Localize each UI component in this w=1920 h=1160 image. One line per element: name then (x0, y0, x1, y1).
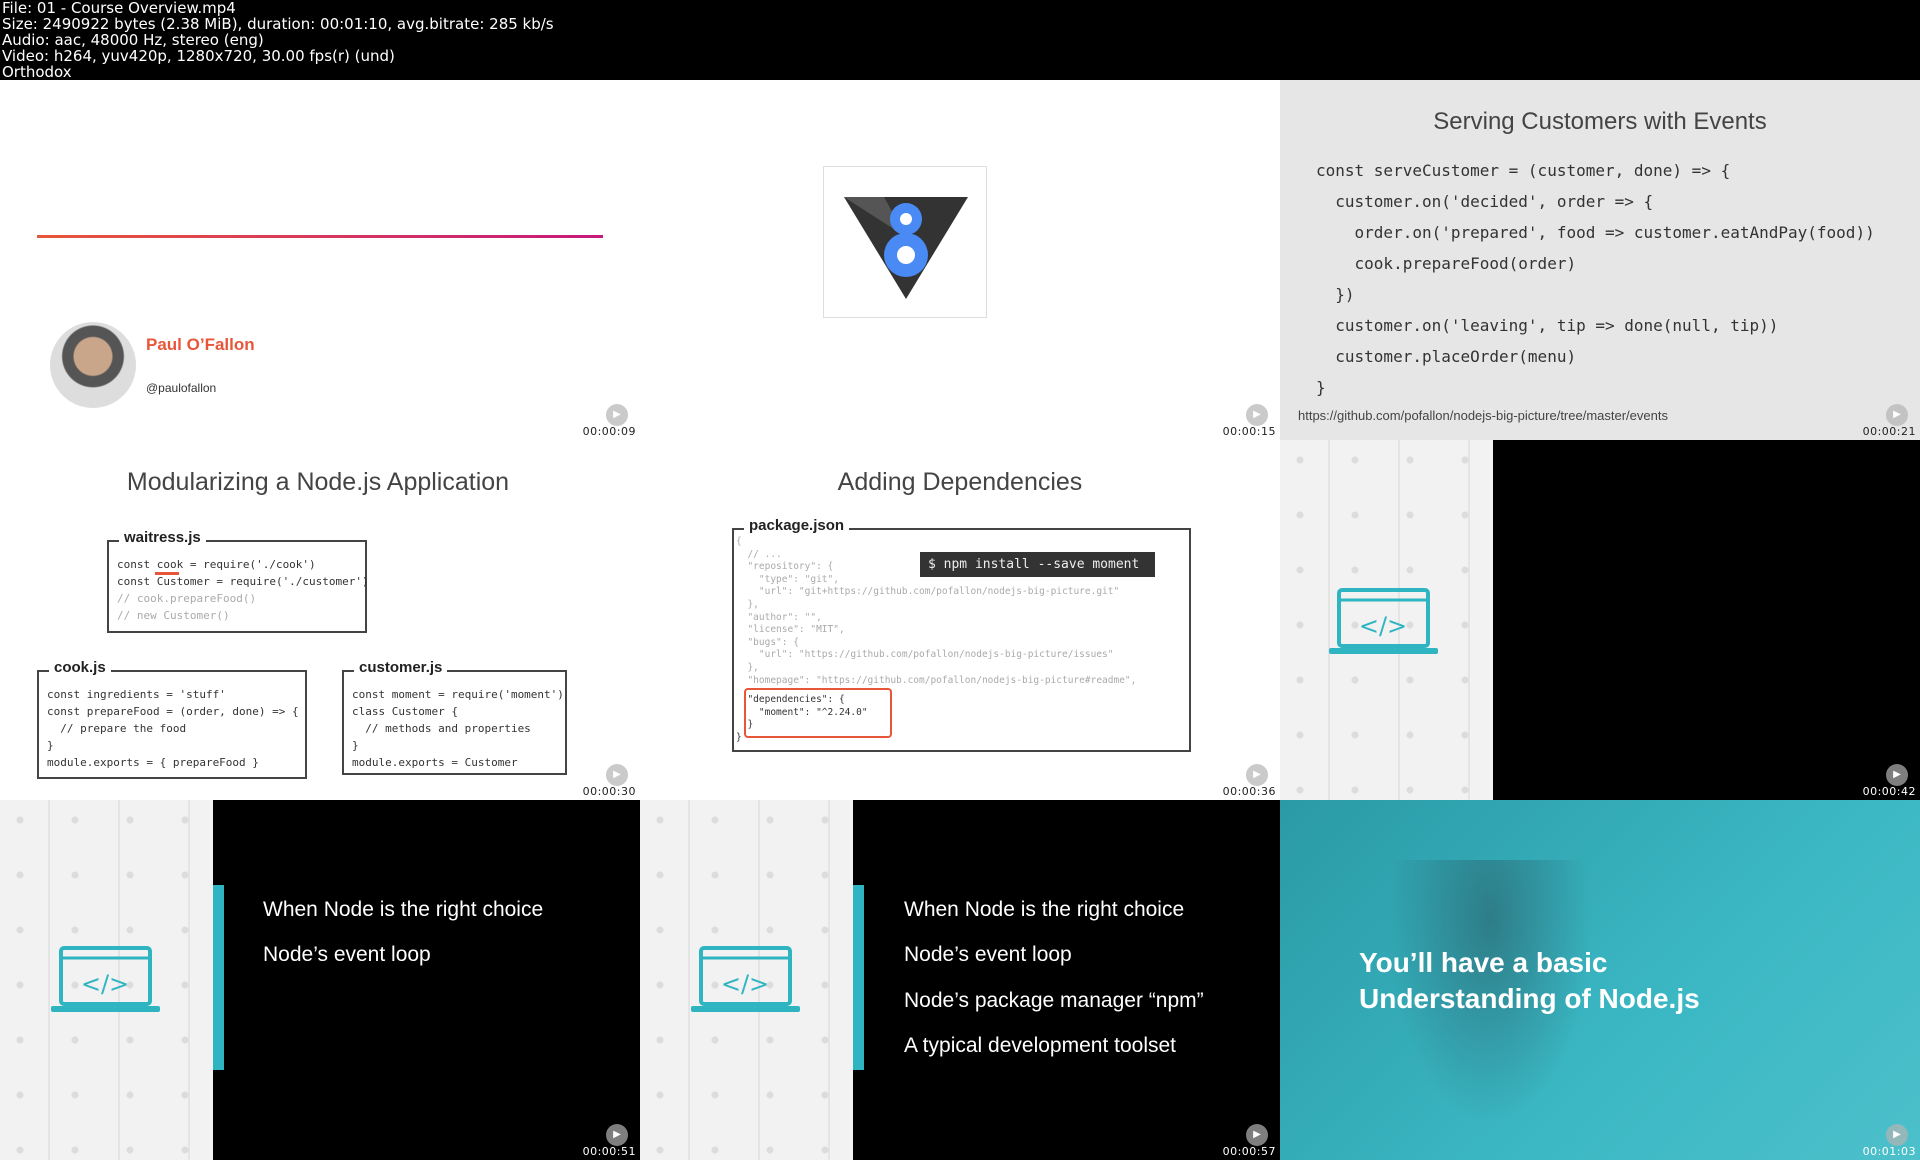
play-icon: ▶ (606, 404, 628, 426)
thumbnail-author[interactable]: Paul O’Fallon @paulofallon ▶ 00:00:09 (0, 80, 640, 440)
timestamp: 00:01:03 (1862, 1145, 1916, 1158)
file-info-header: File: 01 - Course Overview.mp4 Size: 249… (2, 0, 554, 80)
timestamp: 00:00:09 (582, 425, 636, 438)
teal-bar (853, 885, 864, 1070)
code-laptop-icon: </> (689, 946, 802, 1016)
play-icon: ▶ (1246, 764, 1268, 786)
summary-line: Understanding of Node.js (1359, 983, 1700, 1014)
code-line: customer.on('decided', order => { (1316, 192, 1654, 211)
code-laptop-icon: </> (49, 946, 162, 1016)
play-icon: ▶ (606, 1124, 628, 1146)
video-info: Video: h264, yuv420p, 1280x720, 30.00 fp… (2, 47, 395, 65)
code-line: } (1316, 378, 1326, 397)
avatar (50, 322, 136, 408)
tag: Orthodox (2, 63, 72, 81)
file-name: File: 01 - Course Overview.mp4 (2, 0, 236, 17)
slide-title: Serving Customers with Events (1433, 108, 1767, 135)
code: const ingredients = 'stuff' const prepar… (47, 688, 299, 769)
play-icon: ▶ (606, 764, 628, 786)
file-box-waitress: waitress.js const cook = require('./cook… (107, 529, 369, 633)
file-label: cook.js (49, 659, 111, 676)
v8-logo (823, 166, 987, 318)
underline-highlight (155, 572, 179, 575)
thumbnail-transition[interactable]: </> ▶ 00:00:42 (1280, 440, 1920, 800)
file-label: waitress.js (119, 529, 206, 546)
file-label: package.json (744, 517, 850, 534)
author-name: Paul O’Fallon (146, 335, 255, 354)
gradient-divider (37, 235, 603, 238)
thumbnail-summary[interactable]: You’ll have a basic Understanding of Nod… (1280, 800, 1920, 1160)
thumbnail-adding-dependencies[interactable]: Adding Dependencies package.json { // ..… (640, 440, 1280, 800)
code-line: order.on('prepared', food => customer.ea… (1316, 223, 1875, 242)
author-handle: @paulofallon (146, 381, 217, 395)
play-icon: ▶ (1246, 1124, 1268, 1146)
svg-text:</>: </> (1359, 612, 1407, 640)
play-icon: ▶ (1886, 1124, 1908, 1146)
timestamp: 00:00:15 (1222, 425, 1276, 438)
play-icon: ▶ (1246, 404, 1268, 426)
thumbnail-modularizing[interactable]: Modularizing a Node.js Application waitr… (0, 440, 640, 800)
play-icon: ▶ (1886, 764, 1908, 786)
timestamp: 00:00:51 (582, 1145, 636, 1158)
code-laptop-icon: </> (1327, 588, 1440, 658)
code: const moment = require('moment') class C… (352, 688, 564, 769)
thumbnail-v8[interactable]: ▶ 00:00:15 (640, 80, 1280, 440)
timestamp: 00:00:36 (1222, 785, 1276, 798)
bullet-item: When Node is the right choice (904, 898, 1185, 921)
bullet-item: Node’s event loop (263, 943, 431, 966)
code-line: customer.placeOrder(menu) (1316, 347, 1577, 366)
bullet-item: Node’s package manager “npm” (904, 989, 1204, 1012)
code-block: const serveCustomer = (customer, done) =… (1316, 155, 1875, 403)
code-line: customer.on('leaving', tip => done(null,… (1316, 316, 1779, 335)
code-line: }) (1316, 285, 1355, 304)
file-label: customer.js (354, 659, 448, 676)
file-size: Size: 2490922 bytes (2.38 MiB), duration… (2, 15, 554, 33)
bullet-item: Node’s event loop (904, 943, 1072, 966)
thumbnail-agenda-4[interactable]: </> When Node is the right choice Node’s… (640, 800, 1280, 1160)
file-box-cook: cook.js const ingredients = 'stuff' cons… (37, 659, 307, 779)
highlight-box (744, 688, 892, 738)
npm-command: $ npm install --save moment (920, 552, 1155, 577)
summary-line: You’ll have a basic (1359, 947, 1608, 978)
slide-title: Modularizing a Node.js Application (126, 468, 510, 496)
timestamp: 00:00:57 (1222, 1145, 1276, 1158)
teal-bar (213, 885, 224, 1070)
code-line: const serveCustomer = (customer, done) =… (1316, 161, 1731, 180)
repo-link: https://github.com/pofallon/nodejs-big-p… (1298, 408, 1668, 423)
summary-text: You’ll have a basic Understanding of Nod… (1359, 945, 1700, 1017)
audio-info: Audio: aac, 48000 Hz, stereo (eng) (2, 31, 264, 49)
bullet-item: When Node is the right choice (263, 898, 544, 921)
code-comment: // cook.prepareFood() // new Customer() (117, 592, 257, 622)
thumbnail-agenda-2[interactable]: </> When Node is the right choice Node’s… (0, 800, 640, 1160)
svg-text:</>: </> (721, 970, 769, 998)
svg-text:</>: </> (81, 970, 129, 998)
bullet-item: A typical development toolset (904, 1034, 1176, 1057)
file-box-package-json: package.json { // ... "repository": { "t… (732, 517, 1191, 752)
file-box-customer: customer.js const moment = require('mome… (342, 659, 567, 775)
timestamp: 00:00:30 (582, 785, 636, 798)
timestamp: 00:00:21 (1862, 425, 1916, 438)
slide-title: Adding Dependencies (837, 468, 1083, 496)
play-icon: ▶ (1886, 404, 1908, 426)
timestamp: 00:00:42 (1862, 785, 1916, 798)
code-line: cook.prepareFood(order) (1316, 254, 1577, 273)
thumbnail-serving-customers[interactable]: Serving Customers with Events const serv… (1280, 80, 1920, 440)
